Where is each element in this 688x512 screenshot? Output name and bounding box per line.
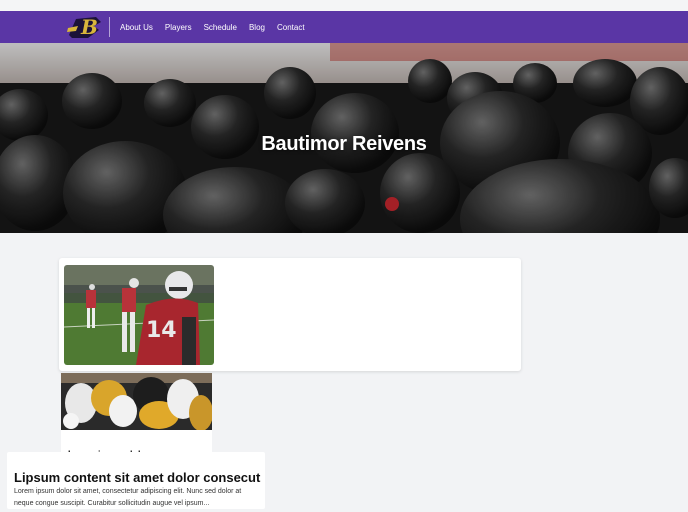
svg-text:14: 14: [146, 318, 177, 343]
top-strip: [0, 0, 688, 11]
nav-link-players[interactable]: Players: [165, 23, 192, 32]
nav-link-about-us[interactable]: About Us: [120, 23, 153, 32]
hero-title: Bautimor Reivens: [261, 133, 427, 156]
nav-link-schedule[interactable]: Schedule: [204, 23, 237, 32]
blog-post-card[interactable]: Lorem ipsum dolor: [61, 373, 212, 459]
article-excerpt-card: Lipsum content sit amet dolor consecut L…: [7, 452, 265, 509]
article-excerpt: Lorem ipsum dolor sit amet, consectetur …: [14, 488, 242, 507]
svg-text:B: B: [80, 15, 98, 39]
raven-b-logo-icon: B: [67, 15, 101, 39]
featured-card[interactable]: 14: [59, 258, 521, 371]
team-logo[interactable]: B: [66, 13, 104, 41]
nav-link-contact[interactable]: Contact: [277, 23, 305, 32]
article-heading[interactable]: Lipsum content sit amet dolor consecut: [14, 470, 260, 485]
blog-post-image[interactable]: [61, 373, 212, 430]
nav-divider: [109, 17, 110, 37]
hero-banner: Bautimor Reivens: [0, 43, 688, 233]
featured-player-image[interactable]: 14: [64, 265, 214, 365]
navbar: B About Us Players Schedule Blog Contact: [0, 11, 688, 43]
nav-links: About Us Players Schedule Blog Contact: [120, 11, 305, 43]
nav-link-blog[interactable]: Blog: [249, 23, 265, 32]
